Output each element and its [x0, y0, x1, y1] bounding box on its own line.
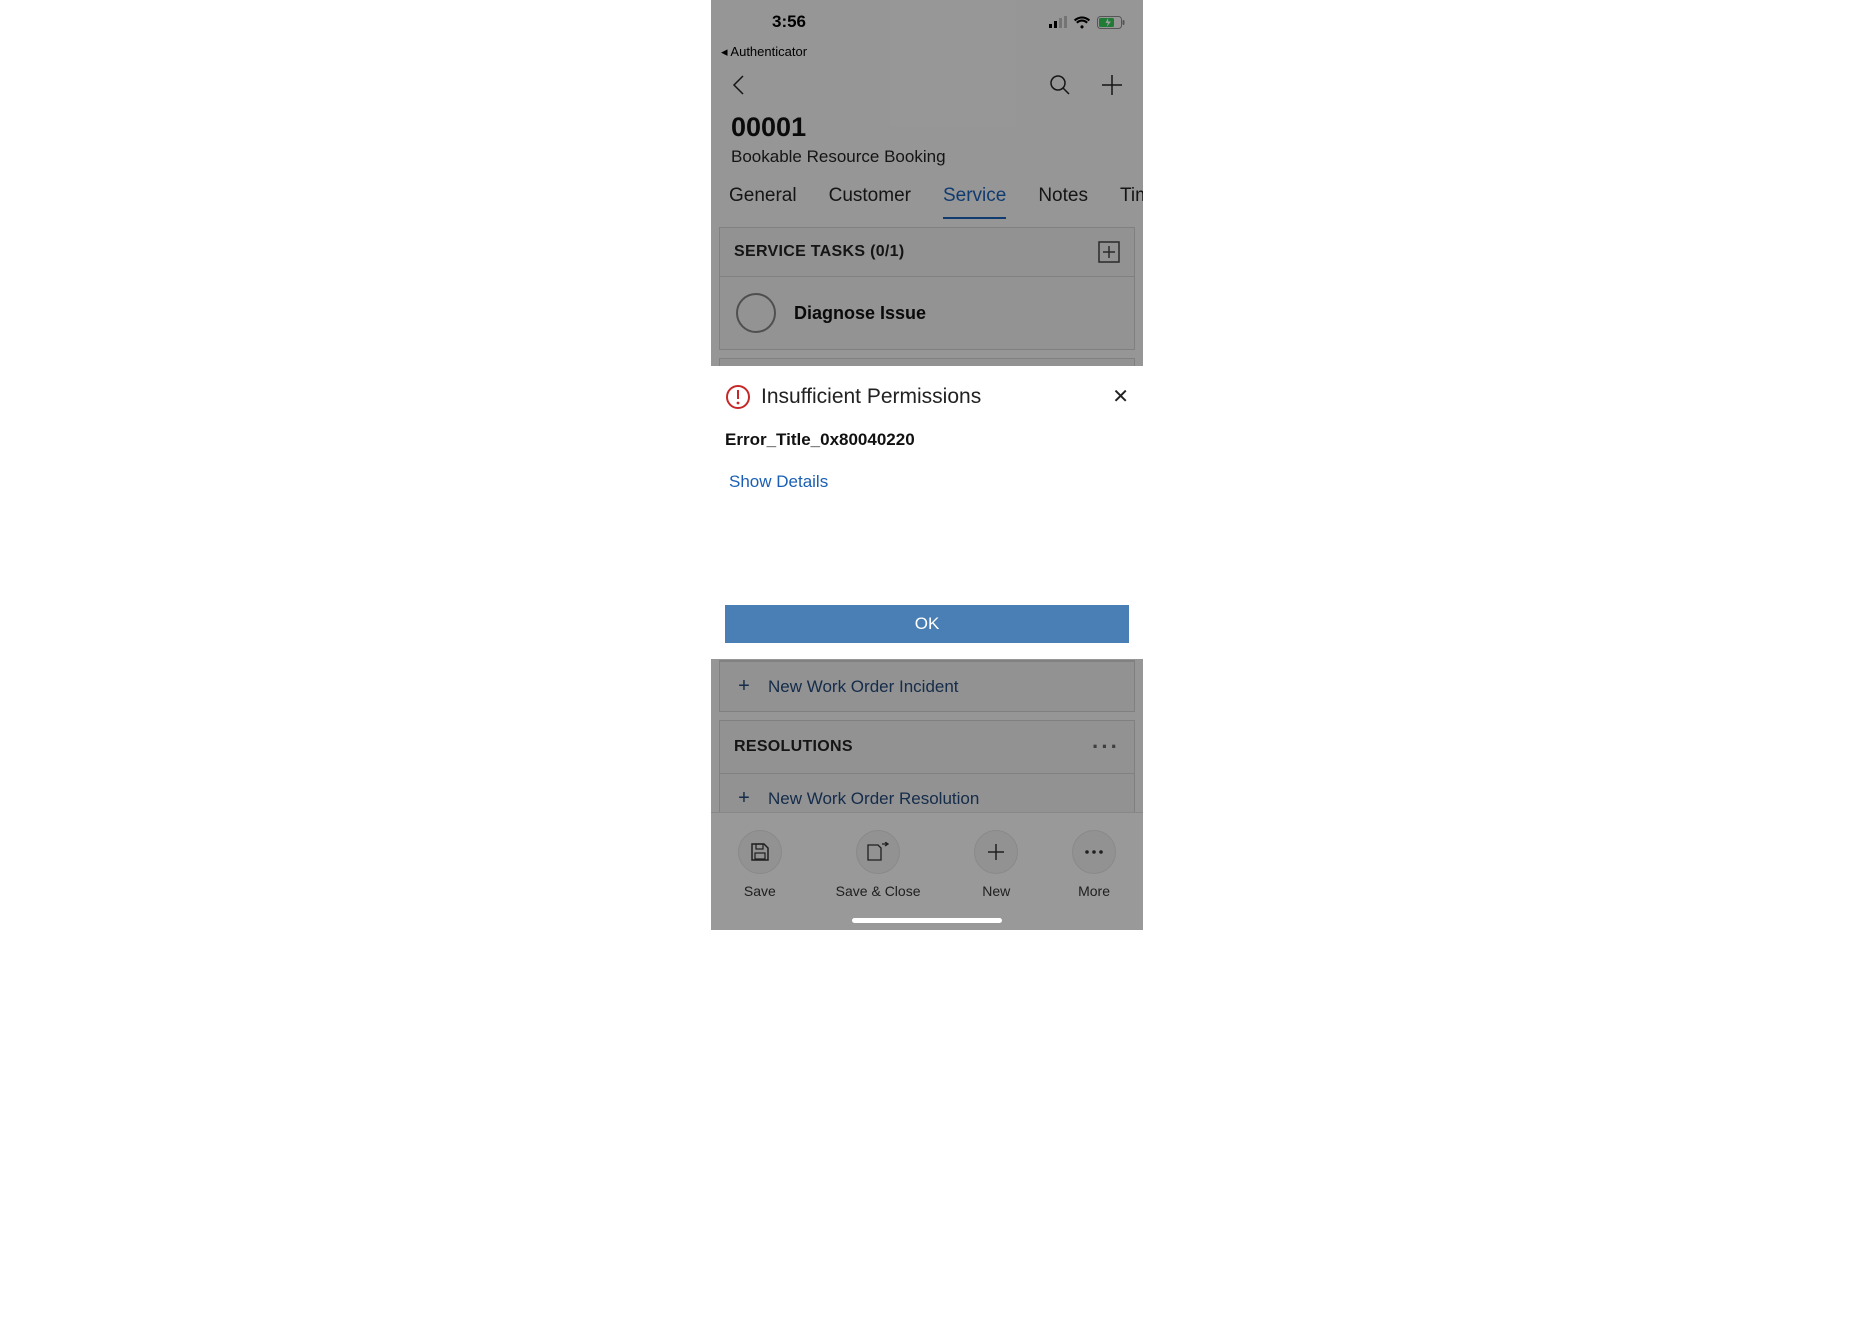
service-tasks-header: SERVICE TASKS (0/1)	[734, 243, 904, 261]
add-grid-icon[interactable]	[1098, 241, 1120, 263]
back-button[interactable]	[731, 74, 745, 96]
error-dialog: Insufficient Permissions ✕ Error_Title_0…	[711, 366, 1143, 659]
dialog-title: Insufficient Permissions	[761, 385, 981, 409]
more-button[interactable]: More	[1072, 830, 1116, 899]
lower-sections: + New Work Order Incident RESOLUTIONS ··…	[711, 660, 1143, 824]
more-dots-icon[interactable]: ···	[1092, 734, 1120, 760]
tab-service[interactable]: Service	[943, 185, 1006, 219]
service-tasks-panel: SERVICE TASKS (0/1) Diagnose Issue	[719, 227, 1135, 350]
tab-timeline[interactable]: Timelin	[1120, 185, 1143, 219]
add-icon[interactable]	[1101, 74, 1123, 96]
title-block: 00001 Bookable Resource Booking	[711, 108, 1143, 175]
new-label: New	[982, 883, 1010, 899]
task-label: Diagnose Issue	[794, 303, 926, 324]
cell-signal-icon	[1049, 16, 1067, 28]
tab-notes[interactable]: Notes	[1038, 185, 1088, 219]
save-button[interactable]: Save	[738, 830, 782, 899]
phone-frame: 3:56 ◂ Authenticator	[711, 0, 1143, 930]
record-title: 00001	[731, 112, 1123, 143]
add-resolution-label: New Work Order Resolution	[768, 789, 979, 809]
status-time: 3:56	[729, 12, 849, 32]
add-incident-row[interactable]: + New Work Order Incident	[720, 661, 1134, 711]
task-row[interactable]: Diagnose Issue	[720, 276, 1134, 349]
home-indicator[interactable]	[852, 918, 1002, 923]
tab-customer[interactable]: Customer	[829, 185, 911, 219]
record-subtitle: Bookable Resource Booking	[731, 147, 1123, 167]
incidents-panel: + New Work Order Incident	[719, 660, 1135, 712]
search-icon[interactable]	[1049, 74, 1071, 96]
task-checkbox[interactable]	[736, 293, 776, 333]
more-label: More	[1078, 883, 1110, 899]
save-close-icon	[867, 842, 889, 862]
show-details-link[interactable]: Show Details	[725, 472, 1129, 492]
more-icon	[1084, 849, 1104, 855]
plus-icon	[986, 842, 1006, 862]
back-to-app[interactable]: ◂ Authenticator	[711, 44, 1143, 62]
add-incident-label: New Work Order Incident	[768, 677, 959, 697]
new-button[interactable]: New	[974, 830, 1018, 899]
status-bar: 3:56	[711, 0, 1143, 44]
command-bar: Save Save & Close New	[711, 812, 1143, 930]
save-label: Save	[744, 883, 776, 899]
wifi-icon	[1073, 16, 1091, 29]
plus-icon: +	[736, 787, 752, 810]
resolutions-panel: RESOLUTIONS ··· + New Work Order Resolut…	[719, 720, 1135, 824]
battery-icon	[1097, 16, 1125, 29]
save-close-label: Save & Close	[836, 883, 921, 899]
resolutions-header: RESOLUTIONS	[734, 738, 853, 756]
app-header	[711, 62, 1143, 108]
status-icons	[1049, 16, 1125, 29]
error-icon	[725, 384, 751, 410]
tab-bar: General Customer Service Notes Timelin	[711, 175, 1143, 219]
close-icon[interactable]: ✕	[1112, 387, 1129, 407]
plus-icon: +	[736, 675, 752, 698]
tab-general[interactable]: General	[729, 185, 797, 219]
ok-button[interactable]: OK	[725, 605, 1129, 643]
error-code: Error_Title_0x80040220	[725, 430, 1129, 450]
save-icon	[750, 842, 770, 862]
save-close-button[interactable]: Save & Close	[836, 830, 921, 899]
